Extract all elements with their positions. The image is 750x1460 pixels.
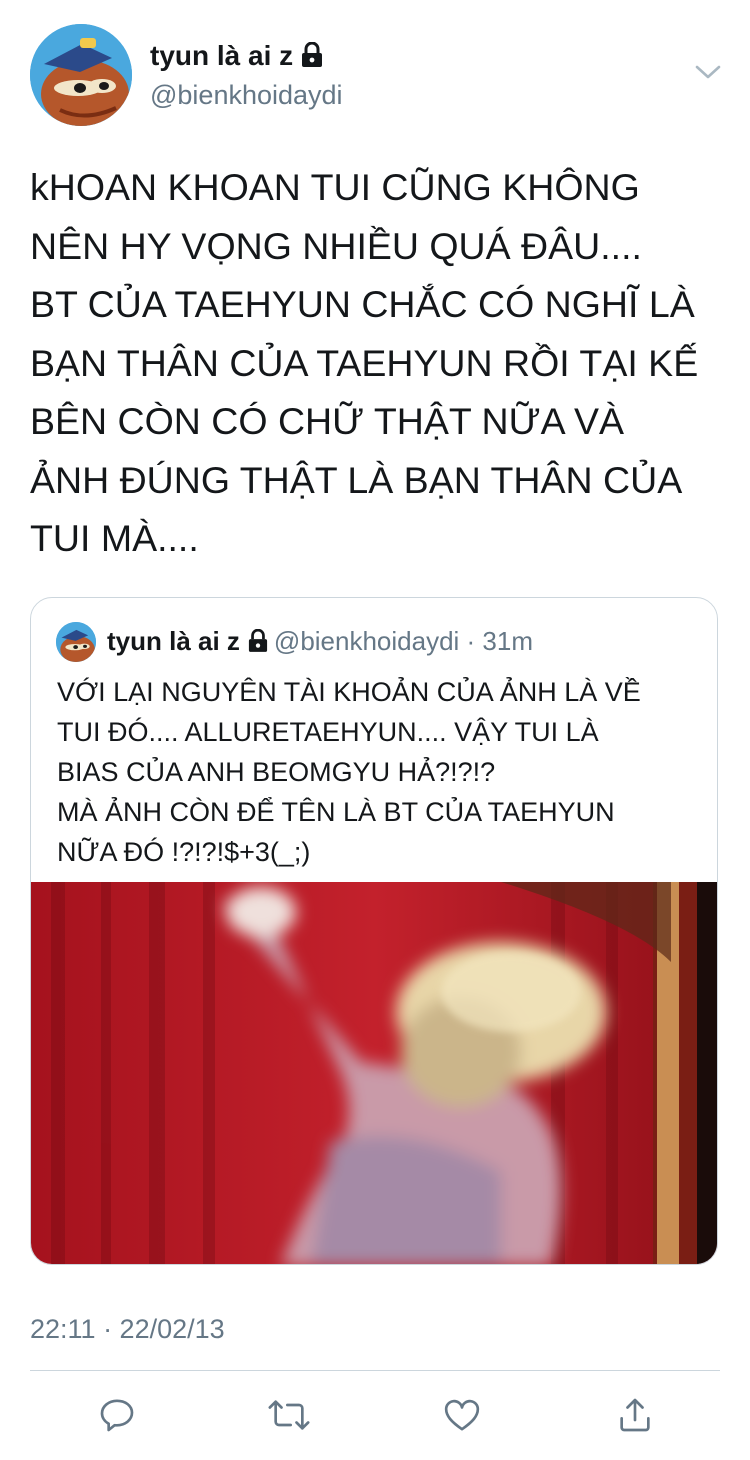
- reply-button[interactable]: [95, 1393, 139, 1437]
- retweet-icon: [268, 1400, 310, 1430]
- heart-icon: [444, 1399, 480, 1431]
- tweet-text: kHOAN KHOAN TUI CŨNG KHÔNG NÊN HY VỌNG N…: [30, 166, 699, 559]
- chevron-down-icon[interactable]: [694, 62, 722, 82]
- quoted-header: tyun là ai z @bienkhoidaydi · 31m: [107, 626, 533, 660]
- display-name-text[interactable]: tyun là ai z: [150, 40, 293, 71]
- like-button[interactable]: [440, 1393, 484, 1437]
- lock-icon: [248, 628, 268, 660]
- profile-avatar[interactable]: [30, 24, 132, 126]
- tweet-timestamp[interactable]: 22:11 · 22/02/13: [30, 1314, 225, 1345]
- share-button[interactable]: [613, 1393, 657, 1437]
- retweet-button[interactable]: [267, 1393, 311, 1437]
- user-handle[interactable]: @bienkhoidaydi: [150, 80, 343, 111]
- quoted-tweet[interactable]: tyun là ai z @bienkhoidaydi · 31m VỚI LẠ…: [30, 597, 718, 1265]
- display-name[interactable]: tyun là ai z: [150, 40, 323, 75]
- quoted-media-image[interactable]: [31, 882, 717, 1264]
- share-icon: [620, 1398, 650, 1432]
- divider: [30, 1370, 720, 1371]
- quoted-handle-time: @bienkhoidaydi · 31m: [273, 626, 534, 656]
- reply-icon: [100, 1399, 134, 1432]
- quoted-display-name: tyun là ai z: [107, 626, 240, 656]
- lock-icon: [301, 41, 323, 75]
- quoted-avatar[interactable]: [56, 622, 96, 662]
- quoted-text: VỚI LẠI NGUYÊN TÀI KHOẢN CỦA ẢNH LÀ VỀ T…: [57, 677, 641, 867]
